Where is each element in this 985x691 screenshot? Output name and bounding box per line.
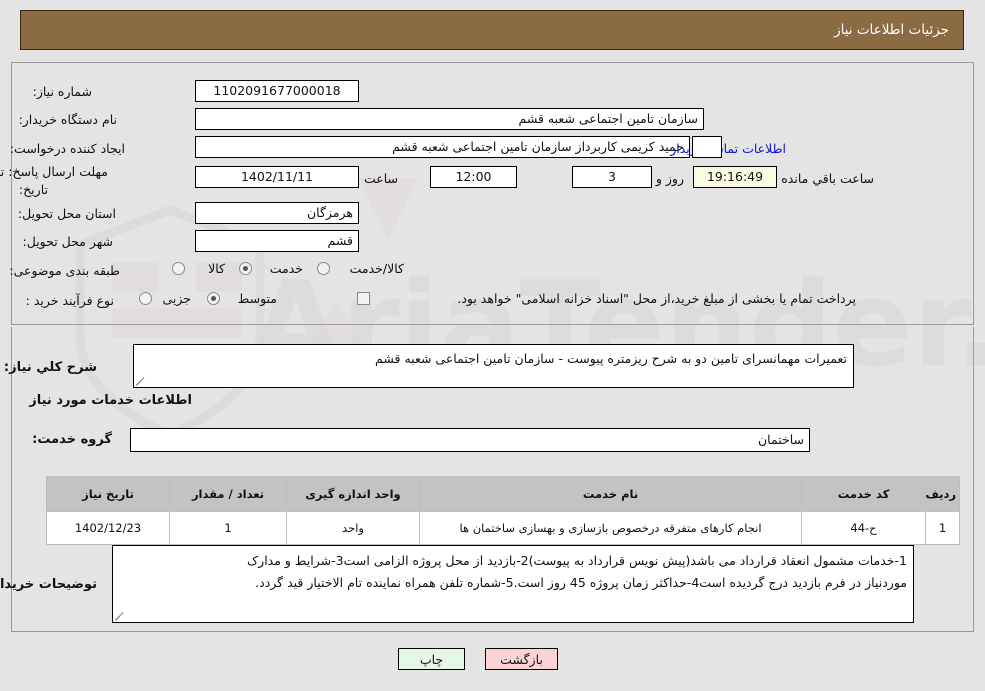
cell-row: 1 <box>925 511 960 545</box>
label-category-kala: کالا <box>208 261 225 276</box>
table-row: 1 ح-44 انجام کارهای متفرقه درخصوص بازساز… <box>46 511 960 545</box>
resize-grip-icon-notes[interactable] <box>115 611 125 621</box>
th-code: کد خدمت <box>801 476 926 512</box>
label-remaining-clock: ساعت باقي مانده <box>781 171 874 186</box>
label-need-summary: شرح کلي نیاز: <box>3 360 97 375</box>
cell-unit: واحد <box>286 511 420 545</box>
label-city: شهر محل تحویل: <box>22 234 113 249</box>
th-row: ردیف <box>925 476 960 512</box>
label-deadline-time: ساعت <box>363 171 398 186</box>
radio-category-kala[interactable] <box>172 262 185 275</box>
services-section-title: اطلاعات خدمات مورد نیاز <box>29 393 192 408</box>
label-service-group: گروه خدمت: <box>32 432 112 447</box>
label-deadline-cont: تاریخ: <box>18 182 48 197</box>
th-date: تاریخ نیاز <box>46 476 170 512</box>
label-category-khedmat: خدمت <box>269 261 303 276</box>
need-info-panel <box>11 62 974 325</box>
radio-process-motevasset[interactable] <box>207 292 220 305</box>
label-creator: ایجاد کننده درخواست: <box>9 141 125 156</box>
resize-grip-icon[interactable] <box>136 376 146 386</box>
buyer-notes-line-2: موردنیاز در فرم بازدید درج گردیده است4-ح… <box>255 574 907 590</box>
buyer-notes-textarea[interactable]: 1-خدمات مشمول انعقاد قرارداد می باشد(پیش… <box>112 545 914 623</box>
remaining-clock-field: 19:16:49 <box>693 166 777 188</box>
print-button[interactable]: چاپ <box>398 648 465 670</box>
label-process-type: نوع فرآیند خرید : <box>25 293 114 308</box>
label-need-number: شماره نیاز: <box>32 84 92 99</box>
label-process-jozi: جزیی <box>162 291 191 306</box>
buyer-contact-link[interactable]: اطلاعات تماس خریدار <box>670 141 786 156</box>
services-table: ردیف کد خدمت نام خدمت واحد اندازه گیری ت… <box>46 476 960 545</box>
label-buyer-notes: توضیحات خریدار: <box>0 577 97 592</box>
city-field[interactable]: قشم <box>195 230 359 252</box>
treasury-bond-note: پرداخت تمام یا بخشی از مبلغ خرید،از محل … <box>457 291 856 306</box>
cell-date: 1402/12/23 <box>46 511 170 545</box>
label-category-kala-khedmat: کالا/خدمت <box>349 261 404 276</box>
need-summary-text: تعمیرات مهمانسرای تامین دو به شرح ریزمتر… <box>375 351 847 366</box>
treasury-bond-checkbox[interactable] <box>357 292 370 305</box>
service-group-field[interactable]: ساختمان <box>130 428 810 452</box>
label-province: استان محل تحویل: <box>17 206 116 221</box>
cell-qty: 1 <box>169 511 287 545</box>
page-header: جزئیات اطلاعات نیاز <box>20 10 964 50</box>
province-field[interactable]: هرمزگان <box>195 202 359 224</box>
cell-code: ح-44 <box>801 511 926 545</box>
th-unit: واحد اندازه گیری <box>286 476 420 512</box>
buyer-org-field[interactable]: سازمان تامین اجتماعی شعبه قشم <box>195 108 704 130</box>
need-summary-textarea[interactable]: تعمیرات مهمانسرای تامین دو به شرح ریزمتر… <box>133 344 854 388</box>
label-process-motevasset: متوسط <box>237 291 277 306</box>
radio-category-khedmat[interactable] <box>239 262 252 275</box>
page-root: جزئیات اطلاعات نیاز AriaTender.net شماره… <box>0 0 985 691</box>
page-title: جزئیات اطلاعات نیاز <box>834 22 949 38</box>
creator-field[interactable]: حمید کریمی کاربرداز سازمان تامین اجتماعی… <box>195 136 690 158</box>
label-deadline: مهلت ارسال پاسخ: تا <box>0 164 108 179</box>
remaining-days-field[interactable]: 3 <box>572 166 652 188</box>
cell-name: انجام کارهای متفرقه درخصوص بازسازی و بهس… <box>419 511 802 545</box>
radio-category-kala-khedmat[interactable] <box>317 262 330 275</box>
label-buyer-org: نام دستگاه خریدار: <box>18 112 117 127</box>
th-qty: تعداد / مقدار <box>169 476 287 512</box>
deadline-time-field[interactable]: 12:00 <box>430 166 517 188</box>
need-number-field[interactable]: 1102091677000018 <box>195 80 359 102</box>
th-name: نام خدمت <box>419 476 802 512</box>
label-category: طبقه بندی موضوعی: <box>9 263 120 278</box>
radio-process-jozi[interactable] <box>139 292 152 305</box>
buyer-notes-line-1: 1-خدمات مشمول انعقاد قرارداد می باشد(پیش… <box>246 553 907 568</box>
back-button[interactable]: بازگشت <box>485 648 558 670</box>
deadline-date-field[interactable]: 1402/11/11 <box>195 166 359 188</box>
buyer-contact-field[interactable] <box>692 136 722 158</box>
label-remaining-days: روز و <box>655 171 684 186</box>
table-header-row: ردیف کد خدمت نام خدمت واحد اندازه گیری ت… <box>46 476 960 512</box>
